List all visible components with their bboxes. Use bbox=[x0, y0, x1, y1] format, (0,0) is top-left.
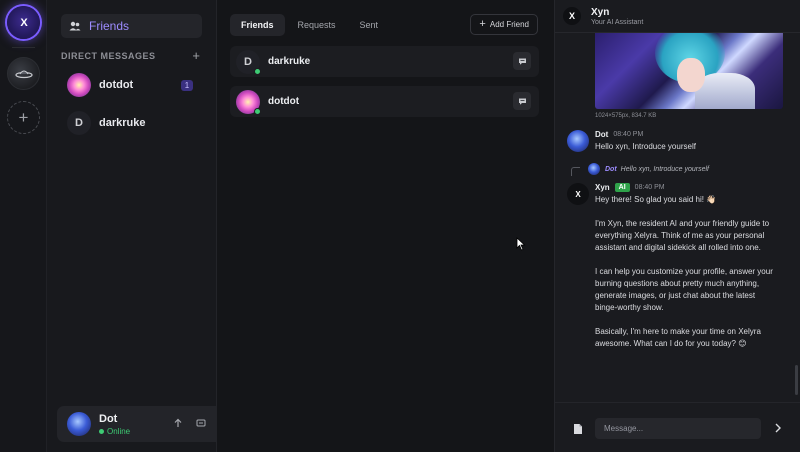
plus-icon: + bbox=[479, 18, 486, 30]
reply-reference[interactable]: Dot Hello xyn, Introduce yourself bbox=[571, 162, 781, 176]
reply-text: Hello xyn, Introduce yourself bbox=[620, 165, 709, 173]
dm-name: darkruke bbox=[99, 117, 146, 129]
friends-tabs: Friends Requests Sent bbox=[230, 14, 391, 36]
message-text: Hello xyn, Introduce yourself bbox=[595, 142, 696, 151]
chat-header: X Xyn Your AI Assistant bbox=[555, 0, 800, 33]
friend-name: darkruke bbox=[268, 56, 311, 67]
unread-badge: 1 bbox=[181, 80, 193, 91]
dm-name: dotdot bbox=[99, 79, 134, 91]
message-time: 08:40 PM bbox=[613, 131, 644, 138]
online-status-dot bbox=[254, 67, 261, 75]
add-server-button[interactable]: + bbox=[7, 101, 40, 134]
avatar bbox=[67, 73, 91, 97]
online-status-dot bbox=[254, 107, 261, 115]
dm-item-darkruke[interactable]: D darkruke bbox=[67, 110, 197, 136]
online-dot-icon bbox=[99, 428, 104, 434]
user-status-text: Online bbox=[107, 426, 131, 436]
sidebar-item-label: Friends bbox=[89, 19, 130, 33]
generated-image[interactable] bbox=[595, 33, 783, 109]
avatar bbox=[236, 89, 261, 115]
ai-chat-panel: X Xyn Your AI Assistant 1024×575px, 834.… bbox=[554, 0, 800, 452]
avatar[interactable] bbox=[567, 130, 589, 152]
plus-icon: + bbox=[18, 108, 29, 127]
dm-section-header: DIRECT MESSAGES + bbox=[61, 49, 200, 62]
message-paragraph: I'm Xyn, the resident AI and your friend… bbox=[595, 219, 770, 252]
chevron-right-icon bbox=[775, 423, 781, 433]
upload-icon bbox=[174, 418, 182, 427]
message-paragraph: Basically, I'm here to make your time on… bbox=[595, 327, 761, 348]
xyn-logo-icon: X bbox=[563, 7, 581, 25]
image-detail bbox=[677, 58, 705, 92]
message-time: 08:40 PM bbox=[634, 184, 665, 191]
xyn-logo-icon: X bbox=[575, 189, 581, 199]
avatar[interactable]: X bbox=[567, 183, 589, 205]
tab-friends[interactable]: Friends bbox=[230, 14, 285, 36]
chat-scrollbar[interactable] bbox=[795, 365, 798, 395]
avatar-letter: D bbox=[244, 55, 252, 68]
ufo-icon bbox=[14, 70, 33, 78]
mouse-cursor-icon bbox=[516, 237, 526, 251]
add-dm-button[interactable]: + bbox=[192, 49, 200, 62]
avatar[interactable] bbox=[67, 412, 91, 436]
home-server-button[interactable]: X bbox=[7, 6, 40, 39]
dm-section-title: DIRECT MESSAGES bbox=[61, 50, 156, 61]
add-friend-button[interactable]: + Add Friend bbox=[470, 14, 538, 35]
user-name: Dot bbox=[99, 412, 118, 425]
xelyra-logo-icon: X bbox=[20, 16, 27, 29]
friends-main: Friends Requests Sent + Add Friend D dar… bbox=[217, 0, 554, 452]
send-button[interactable] bbox=[771, 421, 785, 435]
ai-badge: AI bbox=[614, 183, 630, 192]
upload-button[interactable] bbox=[171, 416, 185, 430]
message-friend-button[interactable] bbox=[513, 92, 531, 110]
message-author: Dot bbox=[595, 130, 609, 139]
avatar: D bbox=[67, 111, 91, 135]
message-composer bbox=[555, 402, 800, 452]
dm-item-dotdot[interactable]: dotdot 1 bbox=[67, 72, 197, 98]
tab-sent[interactable]: Sent bbox=[349, 14, 390, 36]
sidebar: Friends DIRECT MESSAGES + dotdot 1 D dar… bbox=[47, 0, 245, 452]
card-button[interactable] bbox=[194, 416, 208, 430]
friend-row-dotdot[interactable]: dotdot bbox=[230, 86, 539, 117]
friend-name: dotdot bbox=[268, 96, 300, 107]
reply-curve-icon bbox=[571, 167, 580, 176]
rail-divider bbox=[12, 47, 35, 48]
avatar: D bbox=[236, 49, 261, 75]
server-icon-button[interactable] bbox=[7, 57, 40, 90]
avatar bbox=[588, 163, 600, 175]
reply-author: Dot bbox=[605, 165, 617, 173]
friend-row-darkruke[interactable]: D darkruke bbox=[230, 46, 539, 77]
file-icon[interactable] bbox=[573, 423, 583, 435]
user-status: Online bbox=[99, 427, 130, 436]
message-input[interactable] bbox=[595, 418, 761, 439]
sidebar-item-friends[interactable]: Friends bbox=[61, 14, 202, 38]
add-friend-label: Add Friend bbox=[489, 20, 529, 29]
message-paragraph: Hey there! So glad you said hi! 👋🏻 bbox=[595, 195, 717, 204]
tab-requests[interactable]: Requests bbox=[287, 14, 347, 36]
server-rail: X + bbox=[0, 0, 47, 452]
chat-bubble-icon bbox=[518, 58, 526, 65]
chat-title: Xyn bbox=[591, 6, 610, 18]
users-icon bbox=[69, 21, 81, 31]
image-meta: 1024×575px, 834.7 KB bbox=[595, 113, 657, 119]
message-text: Hey there! So glad you said hi! 👋🏻 I'm X… bbox=[595, 194, 775, 362]
card-icon bbox=[196, 419, 206, 427]
message-author: Xyn bbox=[595, 183, 610, 192]
chat-subtitle: Your AI Assistant bbox=[591, 18, 644, 26]
message-friend-button[interactable] bbox=[513, 52, 531, 70]
chat-bubble-icon bbox=[518, 98, 526, 105]
message-paragraph: I can help you customize your profile, a… bbox=[595, 267, 773, 312]
